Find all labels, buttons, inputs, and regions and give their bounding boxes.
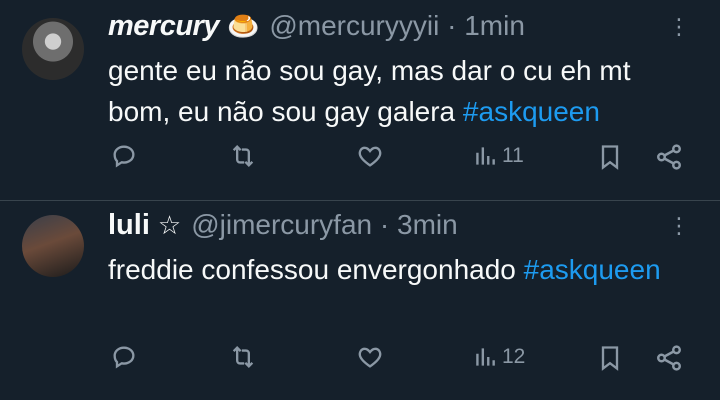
timestamp[interactable]: · 3min <box>380 209 458 240</box>
avatar[interactable] <box>22 215 84 277</box>
hashtag-link[interactable]: #askqueen <box>524 254 661 285</box>
reply-icon <box>113 145 135 168</box>
like-button[interactable] <box>355 142 385 170</box>
reply-icon <box>113 346 135 369</box>
views-count: 12 <box>502 345 526 368</box>
retweet-icon <box>232 145 254 167</box>
share-icon <box>657 345 681 371</box>
share-icon <box>657 144 681 170</box>
more-icon[interactable]: ⋮ <box>668 16 690 38</box>
tweet-text: gente eu não sou gay, mas dar o cu eh mt… <box>108 55 631 127</box>
views-icon <box>476 147 495 165</box>
retweet-icon <box>232 346 254 368</box>
tweet-text: freddie confessou envergonhado #askqueen <box>108 254 661 285</box>
like-icon <box>358 347 382 368</box>
bookmark-button[interactable] <box>596 142 624 172</box>
like-button[interactable] <box>355 343 385 371</box>
reply-button[interactable] <box>110 142 138 170</box>
share-button[interactable] <box>654 142 684 172</box>
views-button[interactable]: 11 <box>472 142 524 170</box>
action-bar: 11 <box>0 142 720 182</box>
views-button[interactable]: 12 <box>472 343 525 371</box>
views-count: 11 <box>502 144 524 167</box>
display-name[interactable]: luli <box>108 209 150 242</box>
name-emoji: 🍮 <box>226 11 260 41</box>
views-icon <box>476 348 495 366</box>
share-button[interactable] <box>654 343 684 373</box>
bookmark-icon <box>601 145 619 170</box>
timestamp[interactable]: · 1min <box>447 10 525 41</box>
avatar[interactable] <box>22 18 84 80</box>
user-handle[interactable]: @mercuryyyii · 1min <box>269 10 525 42</box>
retweet-button[interactable] <box>228 142 258 170</box>
tweet[interactable]: luli ☆ @jimercuryfan · 3min ⋮ freddie co… <box>0 201 720 400</box>
tweet-header: mercury 🍮 @mercuryyyii · 1min <box>108 10 525 43</box>
bookmark-icon <box>601 346 619 371</box>
user-handle[interactable]: @jimercuryfan · 3min <box>191 209 457 241</box>
hashtag-link[interactable]: #askqueen <box>463 96 600 127</box>
action-bar: 12 <box>0 343 720 383</box>
name-star: ☆ <box>157 210 182 240</box>
reply-button[interactable] <box>110 343 138 371</box>
more-icon[interactable]: ⋮ <box>668 215 690 237</box>
bookmark-button[interactable] <box>596 343 624 373</box>
retweet-button[interactable] <box>228 343 258 371</box>
display-name[interactable]: mercury <box>108 10 219 43</box>
tweet-header: luli ☆ @jimercuryfan · 3min <box>108 209 458 242</box>
like-icon <box>358 146 382 167</box>
tweet[interactable]: mercury 🍮 @mercuryyyii · 1min ⋮ gente eu… <box>0 0 720 200</box>
